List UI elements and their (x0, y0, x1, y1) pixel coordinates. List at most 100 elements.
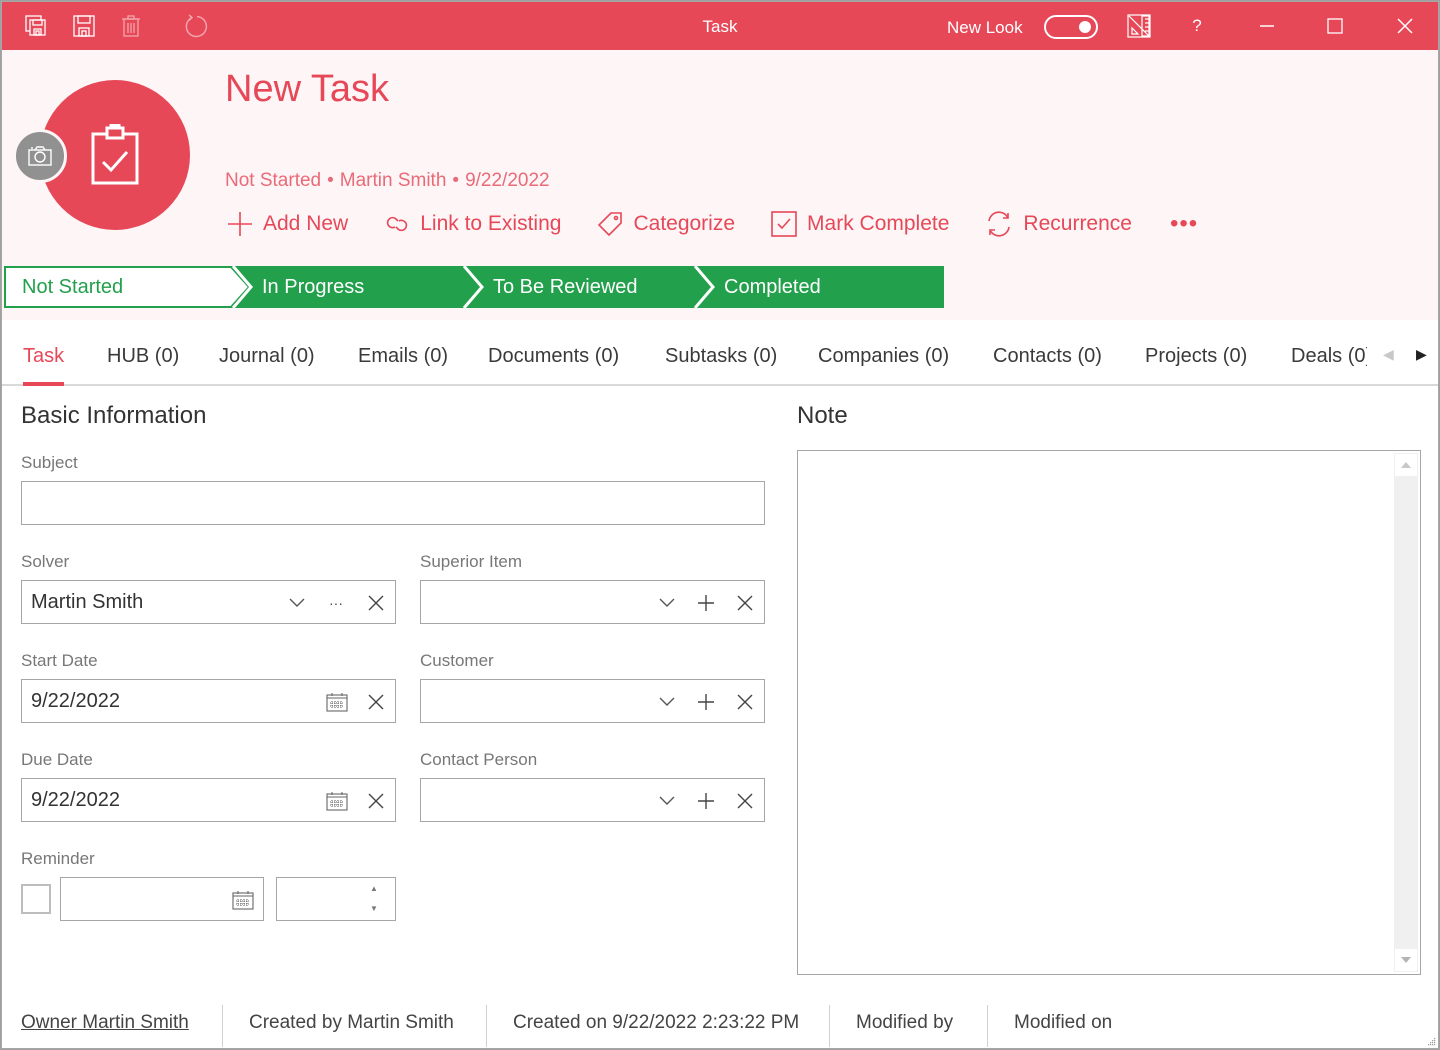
step-completed[interactable]: Completed (724, 266, 821, 308)
clear-icon[interactable] (733, 591, 757, 615)
chevron-down-icon[interactable] (285, 591, 309, 615)
add-new-label: Add New (263, 212, 349, 235)
action-bar: Add New Link to Existing Categorize Mark… (227, 210, 1234, 238)
tab-scroll-left-icon[interactable]: ◀ (1383, 346, 1394, 363)
close-button[interactable] (1382, 2, 1428, 50)
checkbox-icon (771, 211, 797, 237)
more-actions-button[interactable]: ••• (1170, 210, 1198, 238)
new-look-toggle[interactable] (1044, 15, 1098, 39)
layout-ruler-icon[interactable] (1127, 14, 1151, 38)
note-textarea[interactable] (797, 450, 1421, 975)
reminder-label: Reminder (21, 849, 95, 868)
maximize-icon (1327, 18, 1343, 34)
contact-person-field[interactable] (420, 778, 765, 822)
reminder-time-field[interactable]: ▲ ▼ (276, 877, 396, 921)
categorize-label: Categorize (633, 212, 736, 235)
superior-item-field[interactable] (420, 580, 765, 624)
scroll-down-icon[interactable] (1395, 949, 1417, 971)
tab-bar: Task HUB (0) Journal (0) Emails (0) Docu… (2, 320, 1438, 386)
tab-documents[interactable]: Documents (0) (488, 345, 619, 368)
clear-icon[interactable] (733, 690, 757, 714)
clear-icon[interactable] (364, 591, 388, 615)
calendar-icon[interactable] (231, 888, 255, 912)
help-button[interactable]: ? (1174, 2, 1220, 50)
calendar-icon[interactable] (325, 690, 349, 714)
minimize-icon (1260, 25, 1274, 27)
refresh-icon[interactable] (184, 14, 208, 38)
change-photo-button[interactable] (13, 129, 67, 183)
reminder-date-field[interactable] (60, 877, 264, 921)
spin-down-icon[interactable]: ▼ (370, 904, 378, 913)
tab-hub[interactable]: HUB (0) (107, 345, 179, 368)
contact-person-label: Contact Person (420, 750, 538, 769)
categorize-button[interactable]: Categorize (597, 211, 735, 237)
mark-complete-label: Mark Complete (807, 212, 950, 235)
start-date-label: Start Date (21, 651, 98, 670)
start-date-value: 9/22/2022 (31, 690, 120, 712)
add-icon[interactable] (694, 789, 718, 813)
customer-field[interactable] (420, 679, 765, 723)
chevron-down-icon[interactable] (655, 591, 679, 615)
step-not-started[interactable]: Not Started (22, 266, 123, 308)
recurrence-button[interactable]: Recurrence (985, 210, 1132, 238)
summary-owner: Martin Smith (339, 170, 447, 191)
step-label: Not Started (22, 275, 124, 298)
scroll-up-icon[interactable] (1395, 454, 1417, 476)
clear-icon[interactable] (364, 690, 388, 714)
clear-icon[interactable] (364, 789, 388, 813)
save-icon[interactable] (72, 14, 96, 38)
link-to-existing-button[interactable]: Link to Existing (384, 212, 561, 236)
tab-journal[interactable]: Journal (0) (219, 345, 315, 368)
spin-up-icon[interactable]: ▲ (370, 884, 378, 893)
save-and-close-icon[interactable] (24, 14, 48, 38)
mark-complete-button[interactable]: Mark Complete (771, 211, 949, 237)
add-new-button[interactable]: Add New (227, 211, 348, 237)
close-icon (1397, 18, 1413, 34)
due-date-field[interactable]: 9/22/2022 (21, 778, 396, 822)
due-date-value: 9/22/2022 (31, 789, 120, 811)
modified-by: Modified by (856, 1012, 954, 1033)
clear-icon[interactable] (733, 789, 757, 813)
record-summary: Not Started • Martin Smith • 9/22/2022 (225, 170, 550, 192)
more-icon[interactable]: ··· (324, 591, 348, 615)
delete-icon[interactable] (119, 14, 143, 38)
created-on: Created on 9/22/2022 2:23:22 PM (513, 1012, 800, 1033)
calendar-icon[interactable] (325, 789, 349, 813)
solver-field[interactable]: Martin Smith ··· (21, 580, 396, 624)
tab-contacts[interactable]: Contacts (0) (993, 345, 1102, 368)
status-steps: Not Started In Progress To Be Reviewed C… (4, 266, 944, 308)
link-to-existing-label: Link to Existing (420, 212, 562, 235)
maximize-button[interactable] (1312, 2, 1358, 50)
tab-deals[interactable]: Deals (0) (1291, 345, 1367, 368)
minimize-button[interactable] (1244, 2, 1290, 50)
tab-task[interactable]: Task (23, 345, 65, 386)
add-icon[interactable] (694, 591, 718, 615)
subject-input[interactable] (21, 481, 765, 525)
clipboard-check-icon (91, 124, 139, 185)
reminder-checkbox[interactable] (21, 884, 51, 914)
add-icon[interactable] (694, 690, 718, 714)
start-date-field[interactable]: 9/22/2022 (21, 679, 396, 723)
tab-deals-clip: Deals (0) (1291, 320, 1367, 384)
record-header: New Task Not Started • Martin Smith • 9/22/2… (2, 50, 1438, 320)
recurrence-icon (988, 211, 1011, 237)
tab-projects[interactable]: Projects (0) (1145, 345, 1247, 368)
chevron-down-icon[interactable] (655, 690, 679, 714)
tab-scroll-right-icon[interactable]: ▶ (1416, 346, 1427, 363)
separator: • (452, 170, 460, 191)
footer-divider (486, 1005, 487, 1047)
chevron-down-icon[interactable] (655, 789, 679, 813)
tab-companies[interactable]: Companies (0) (818, 345, 949, 368)
basic-information-heading: Basic Information (21, 402, 207, 429)
step-to-be-reviewed[interactable]: To Be Reviewed (493, 266, 638, 308)
tab-subtasks[interactable]: Subtasks (0) (665, 345, 777, 368)
note-scrollbar[interactable] (1394, 453, 1418, 972)
link-icon (387, 216, 408, 232)
step-in-progress[interactable]: In Progress (262, 266, 364, 308)
tab-emails[interactable]: Emails (0) (358, 345, 448, 368)
owner-link[interactable]: Owner Martin Smith (21, 1012, 189, 1034)
resize-grip-icon[interactable] (1426, 1036, 1436, 1046)
customer-label: Customer (420, 651, 494, 670)
plus-icon (228, 212, 252, 236)
more-icon: ••• (1169, 210, 1199, 237)
